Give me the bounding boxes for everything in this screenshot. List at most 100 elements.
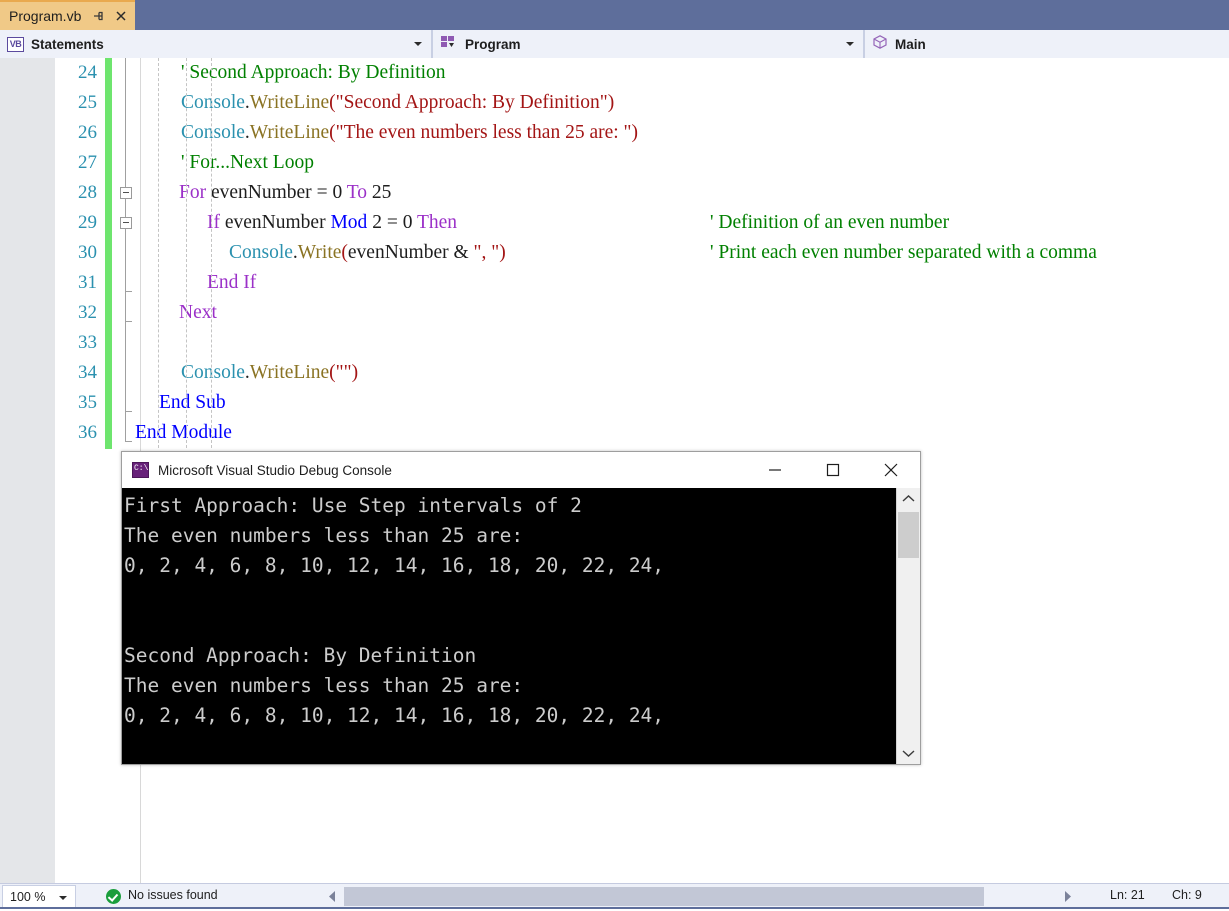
code-token: If (207, 212, 220, 233)
code-token: 0 (327, 182, 347, 203)
type-dropdown-label: Program (465, 36, 521, 52)
line-number: 34 (78, 362, 97, 383)
code-token: ) (351, 362, 359, 383)
code-line[interactable]: Console.WriteLine("") (181, 358, 358, 388)
member-dropdown-label: Main (895, 36, 926, 52)
console-output-area[interactable]: First Approach: Use Step intervals of 2 … (122, 488, 920, 764)
close-icon[interactable] (862, 452, 920, 488)
member-dropdown[interactable]: Main (864, 30, 1229, 58)
code-token: evenNumber (347, 242, 454, 263)
code-line[interactable]: Console.WriteLine("Second Approach: By D… (181, 88, 614, 118)
line-number: 27 (78, 152, 97, 173)
console-scrollbar[interactable] (896, 488, 920, 764)
code-trailing-comment: ' Print each even number separated with … (710, 242, 1097, 263)
code-token: To (346, 182, 368, 203)
chevron-down-icon[interactable] (897, 742, 920, 764)
code-token: ) (607, 92, 615, 113)
code-token: evenNumber (220, 212, 331, 233)
line-number: 35 (78, 392, 97, 413)
zoom-level-dropdown[interactable]: 100 % (2, 885, 76, 908)
debug-console-window[interactable]: Microsoft Visual Studio Debug Console Fi… (121, 451, 921, 765)
outlining-region-end (125, 411, 132, 412)
line-number: 30 (78, 242, 97, 263)
code-token: WriteLine (249, 122, 330, 143)
code-token: & (453, 242, 469, 263)
code-token: Mod (330, 212, 368, 233)
module-icon (440, 34, 458, 55)
code-line[interactable]: If evenNumber Mod 2 = 0 Then (207, 208, 457, 238)
code-token: Console (181, 122, 245, 143)
zoom-level-label: 100 % (10, 889, 46, 904)
indent-guide (158, 58, 159, 448)
code-line[interactable]: Console.WriteLine("The even numbers less… (181, 118, 638, 148)
outlining-rail (125, 58, 126, 442)
change-indicator-bar (105, 58, 112, 449)
collapse-region-button[interactable] (120, 217, 132, 229)
line-number: 28 (78, 182, 97, 203)
code-navigation-bar: VB Statements Program Main (0, 30, 1229, 58)
maximize-icon[interactable] (804, 452, 862, 488)
code-token: "The even numbers less than 25 are: " (335, 122, 632, 143)
line-number: 25 (78, 92, 97, 113)
chevron-down-icon[interactable] (414, 42, 422, 46)
type-dropdown[interactable]: Program (432, 30, 864, 58)
chevron-down-icon[interactable] (59, 896, 67, 900)
project-dropdown-label: Statements (31, 36, 104, 52)
code-token: "Second Approach: By Definition" (335, 92, 608, 113)
triangle-left-icon[interactable] (322, 887, 344, 906)
editor-horizontal-scrollbar[interactable] (322, 887, 1084, 906)
line-number-gutter: 24 25 26 27 28 29 30 31 32 33 34 35 36 (55, 58, 105, 883)
tab-program-vb[interactable]: Program.vb (0, 0, 136, 30)
code-line[interactable]: End Module (135, 418, 232, 448)
project-dropdown[interactable]: VB Statements (0, 30, 432, 58)
tab-label: Program.vb (9, 8, 82, 24)
close-icon[interactable] (114, 9, 128, 23)
console-window-buttons (746, 452, 920, 488)
cursor-char-label: Ch: 9 (1172, 888, 1202, 902)
code-token: End Module (135, 422, 232, 443)
line-number: 29 (78, 212, 97, 233)
chevron-down-icon[interactable] (846, 42, 854, 46)
success-check-icon (106, 889, 121, 904)
console-title-bar[interactable]: Microsoft Visual Studio Debug Console (122, 452, 920, 488)
code-token: ) (631, 122, 639, 143)
code-token: Console (229, 242, 293, 263)
code-line[interactable]: End Sub (159, 388, 226, 418)
indent-guide (186, 58, 187, 448)
code-line[interactable]: End If (207, 268, 256, 298)
console-title-label: Microsoft Visual Studio Debug Console (158, 462, 392, 478)
line-number: 26 (78, 122, 97, 143)
code-token: Write (297, 242, 342, 263)
line-number: 31 (78, 272, 97, 293)
line-number: 36 (78, 422, 97, 443)
vb-file-icon: VB (7, 36, 24, 52)
code-token: End Sub (159, 392, 226, 413)
code-line[interactable]: ' Second Approach: By Definition (181, 58, 446, 88)
pin-icon[interactable] (91, 9, 105, 23)
cursor-line-label: Ln: 21 (1110, 888, 1145, 902)
triangle-right-icon[interactable] (1057, 887, 1079, 906)
code-line[interactable]: Console.Write(evenNumber & ", ") (229, 238, 506, 268)
chevron-up-icon[interactable] (897, 488, 920, 510)
outlining-region-end (125, 291, 132, 292)
scrollbar-thumb[interactable] (898, 512, 919, 558)
code-token: Console (181, 92, 245, 113)
code-token: 0 (397, 212, 417, 233)
code-line[interactable]: ' For...Next Loop (181, 148, 314, 178)
minimize-icon[interactable] (746, 452, 804, 488)
line-number: 32 (78, 302, 97, 323)
code-token: WriteLine (249, 362, 330, 383)
code-token: ' Second Approach: By Definition (181, 62, 446, 83)
code-token: For (179, 182, 207, 203)
code-token: = (386, 212, 398, 233)
collapse-region-button[interactable] (120, 187, 132, 199)
code-token: evenNumber (206, 182, 317, 203)
method-icon (872, 34, 888, 55)
code-token: 2 (367, 212, 387, 233)
code-token: ", " (473, 242, 500, 263)
status-bar: 100 % No issues found Ln: 21 Ch: 9 (0, 883, 1229, 909)
indent-guide (211, 58, 212, 448)
status-message: No issues found (128, 888, 218, 902)
hscroll-thumb[interactable] (344, 887, 984, 906)
code-token: Console (181, 362, 245, 383)
